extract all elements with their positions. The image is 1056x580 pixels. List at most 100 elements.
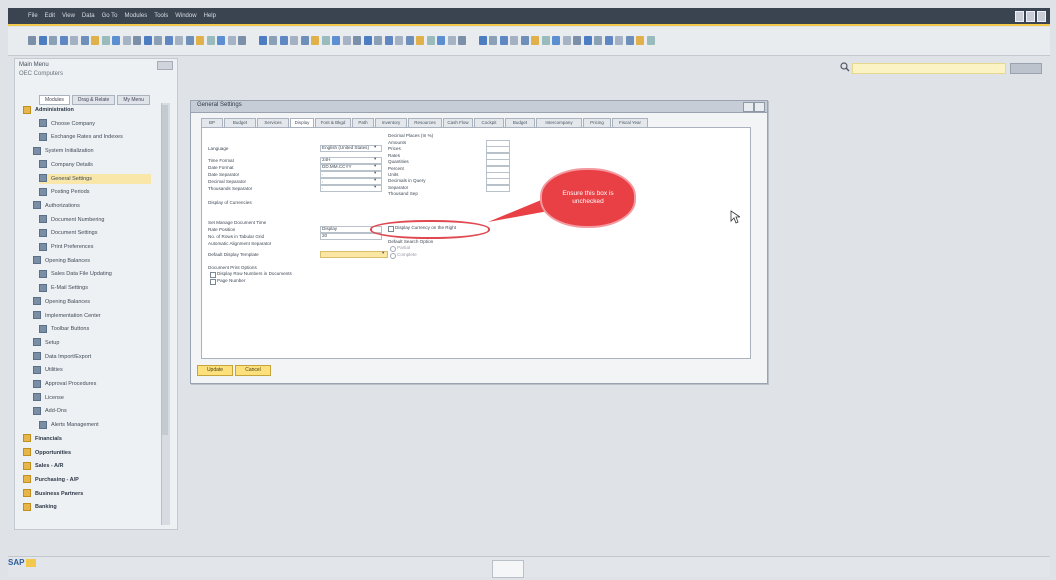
menu-item-tools[interactable]: Tools [154, 13, 168, 19]
toolbar-icon[interactable] [258, 36, 267, 45]
setting-dropdown[interactable] [320, 178, 382, 185]
search-go-button[interactable] [1010, 63, 1042, 74]
dialog-tab[interactable]: Fiscal Year [612, 118, 648, 127]
main-menu-item[interactable]: Banking [23, 502, 151, 512]
chevron-down-icon[interactable]: ▾ [374, 177, 376, 183]
toolbar-icon[interactable] [28, 36, 36, 45]
main-menu-item[interactable]: Opening Balances [33, 256, 151, 266]
toolbar-icon[interactable] [583, 36, 592, 45]
dialog-tab[interactable]: Cash Flow [443, 118, 473, 127]
dialog-tab[interactable]: Font & Bkgd [315, 118, 351, 127]
toolbar-icon[interactable] [269, 36, 277, 45]
toolbar-icon[interactable] [185, 36, 194, 45]
toolbar-icon[interactable] [520, 36, 529, 45]
toolbar-icon[interactable] [395, 36, 403, 45]
dialog-tab[interactable]: Pricing [583, 118, 611, 127]
main-menu-item[interactable]: Implementation Center [33, 311, 151, 321]
tab-my-menu[interactable]: My Menu [117, 95, 150, 105]
main-menu-item[interactable]: Choose Company [39, 119, 151, 129]
toolbar-icon[interactable] [206, 36, 215, 45]
main-menu-scroll-thumb[interactable] [162, 105, 168, 435]
menu-item-edit[interactable]: Edit [45, 13, 55, 19]
toolbar-icon[interactable] [112, 36, 120, 45]
main-menu-item[interactable]: System Initialization [33, 146, 151, 156]
search-input[interactable] [852, 63, 1006, 74]
toolbar-icon[interactable] [374, 36, 382, 45]
toolbar-icon[interactable] [531, 36, 539, 45]
taskbar-center-item[interactable] [492, 560, 524, 578]
dialog-tab[interactable]: Intercompany [536, 118, 582, 127]
main-menu-item[interactable]: Opportunities [23, 448, 151, 458]
cancel-button[interactable]: Cancel [235, 365, 271, 376]
toolbar-icon[interactable] [196, 36, 204, 45]
maximize-button[interactable] [1026, 11, 1035, 22]
toolbar-icon[interactable] [91, 36, 99, 45]
menu-item-help[interactable]: Help [204, 13, 216, 19]
toolbar-icon[interactable] [416, 36, 424, 45]
toolbar-icon[interactable] [342, 36, 351, 45]
toolbar-icon[interactable] [363, 36, 372, 45]
toolbar-icon[interactable] [489, 36, 497, 45]
rows-field[interactable] [320, 233, 382, 240]
main-menu-item[interactable]: License [33, 393, 151, 403]
toolbar-icon[interactable] [615, 36, 623, 45]
update-button[interactable]: Update [197, 365, 233, 376]
main-menu-item[interactable]: Toolbar Buttons [39, 324, 151, 334]
menu-item-window[interactable]: Window [175, 13, 196, 19]
main-menu-item[interactable]: Data Import/Export [33, 352, 151, 362]
main-menu-item[interactable]: Purchasing - A/P [23, 475, 151, 485]
menu-item-go-to[interactable]: Go To [102, 13, 118, 19]
chevron-down-icon[interactable]: ▾ [374, 170, 376, 176]
main-menu-item[interactable]: Financials [23, 434, 151, 444]
toolbar-icon[interactable] [164, 36, 173, 45]
toolbar-icon[interactable] [59, 36, 68, 45]
toolbar-icon[interactable] [227, 36, 236, 45]
main-menu-item[interactable]: Add-Ons [33, 406, 151, 416]
menu-item-data[interactable]: Data [82, 13, 95, 19]
main-menu-item[interactable]: Business Partners [23, 489, 151, 499]
toolbar-icon[interactable] [300, 36, 309, 45]
toolbar-icon[interactable] [122, 36, 131, 45]
toolbar-icon[interactable] [646, 36, 655, 45]
dialog-tab[interactable]: Budget [505, 118, 535, 127]
toolbar-icon[interactable] [353, 36, 361, 45]
chevron-down-icon[interactable]: ▾ [382, 250, 384, 256]
toolbar-icon[interactable] [70, 36, 78, 45]
main-menu-item[interactable]: Utilities [33, 365, 151, 375]
chevron-down-icon[interactable]: ▾ [374, 156, 376, 162]
toolbar-icon[interactable] [562, 36, 571, 45]
close-button[interactable] [1037, 11, 1046, 22]
template-dropdown[interactable] [320, 251, 388, 258]
chevron-down-icon[interactable]: ▾ [374, 144, 376, 150]
toolbar-icon[interactable] [437, 36, 445, 45]
main-menu-item[interactable]: Sales - A/R [23, 461, 151, 471]
partial-radio[interactable] [390, 246, 396, 252]
toolbar-icon[interactable] [154, 36, 162, 45]
main-menu-item[interactable]: Document Numbering [39, 215, 151, 225]
setting-dropdown[interactable] [320, 171, 382, 178]
toolbar-icon[interactable] [636, 36, 644, 45]
dialog-tab[interactable]: Cockpit [474, 118, 504, 127]
dialog-maximize-button[interactable] [743, 102, 754, 112]
toolbar-icon[interactable] [321, 36, 330, 45]
main-menu-item[interactable]: Alerts Management [39, 420, 151, 430]
toolbar-icon[interactable] [101, 36, 110, 45]
dialog-close-button[interactable] [754, 102, 765, 112]
menu-item-file[interactable]: File [28, 13, 38, 19]
dialog-tab[interactable]: Resources [408, 118, 442, 127]
toolbar-icon[interactable] [384, 36, 393, 45]
dialog-tab[interactable]: Services [257, 118, 289, 127]
main-menu-item[interactable]: E-Mail Settings [39, 283, 151, 293]
toolbar-icon[interactable] [332, 36, 340, 45]
toolbar-icon[interactable] [175, 36, 183, 45]
toolbar-icon[interactable] [447, 36, 456, 45]
toolbar-icon[interactable] [458, 36, 466, 45]
menu-item-modules[interactable]: Modules [125, 13, 148, 19]
dialog-tab[interactable]: Budget [224, 118, 256, 127]
toolbar-icon[interactable] [552, 36, 560, 45]
page-number-checkbox[interactable] [210, 279, 216, 285]
main-menu-item[interactable]: Setup [33, 338, 151, 348]
toolbar-icon[interactable] [143, 36, 152, 45]
toolbar-icon[interactable] [238, 36, 246, 45]
main-menu-item[interactable]: General Settings [39, 173, 151, 184]
